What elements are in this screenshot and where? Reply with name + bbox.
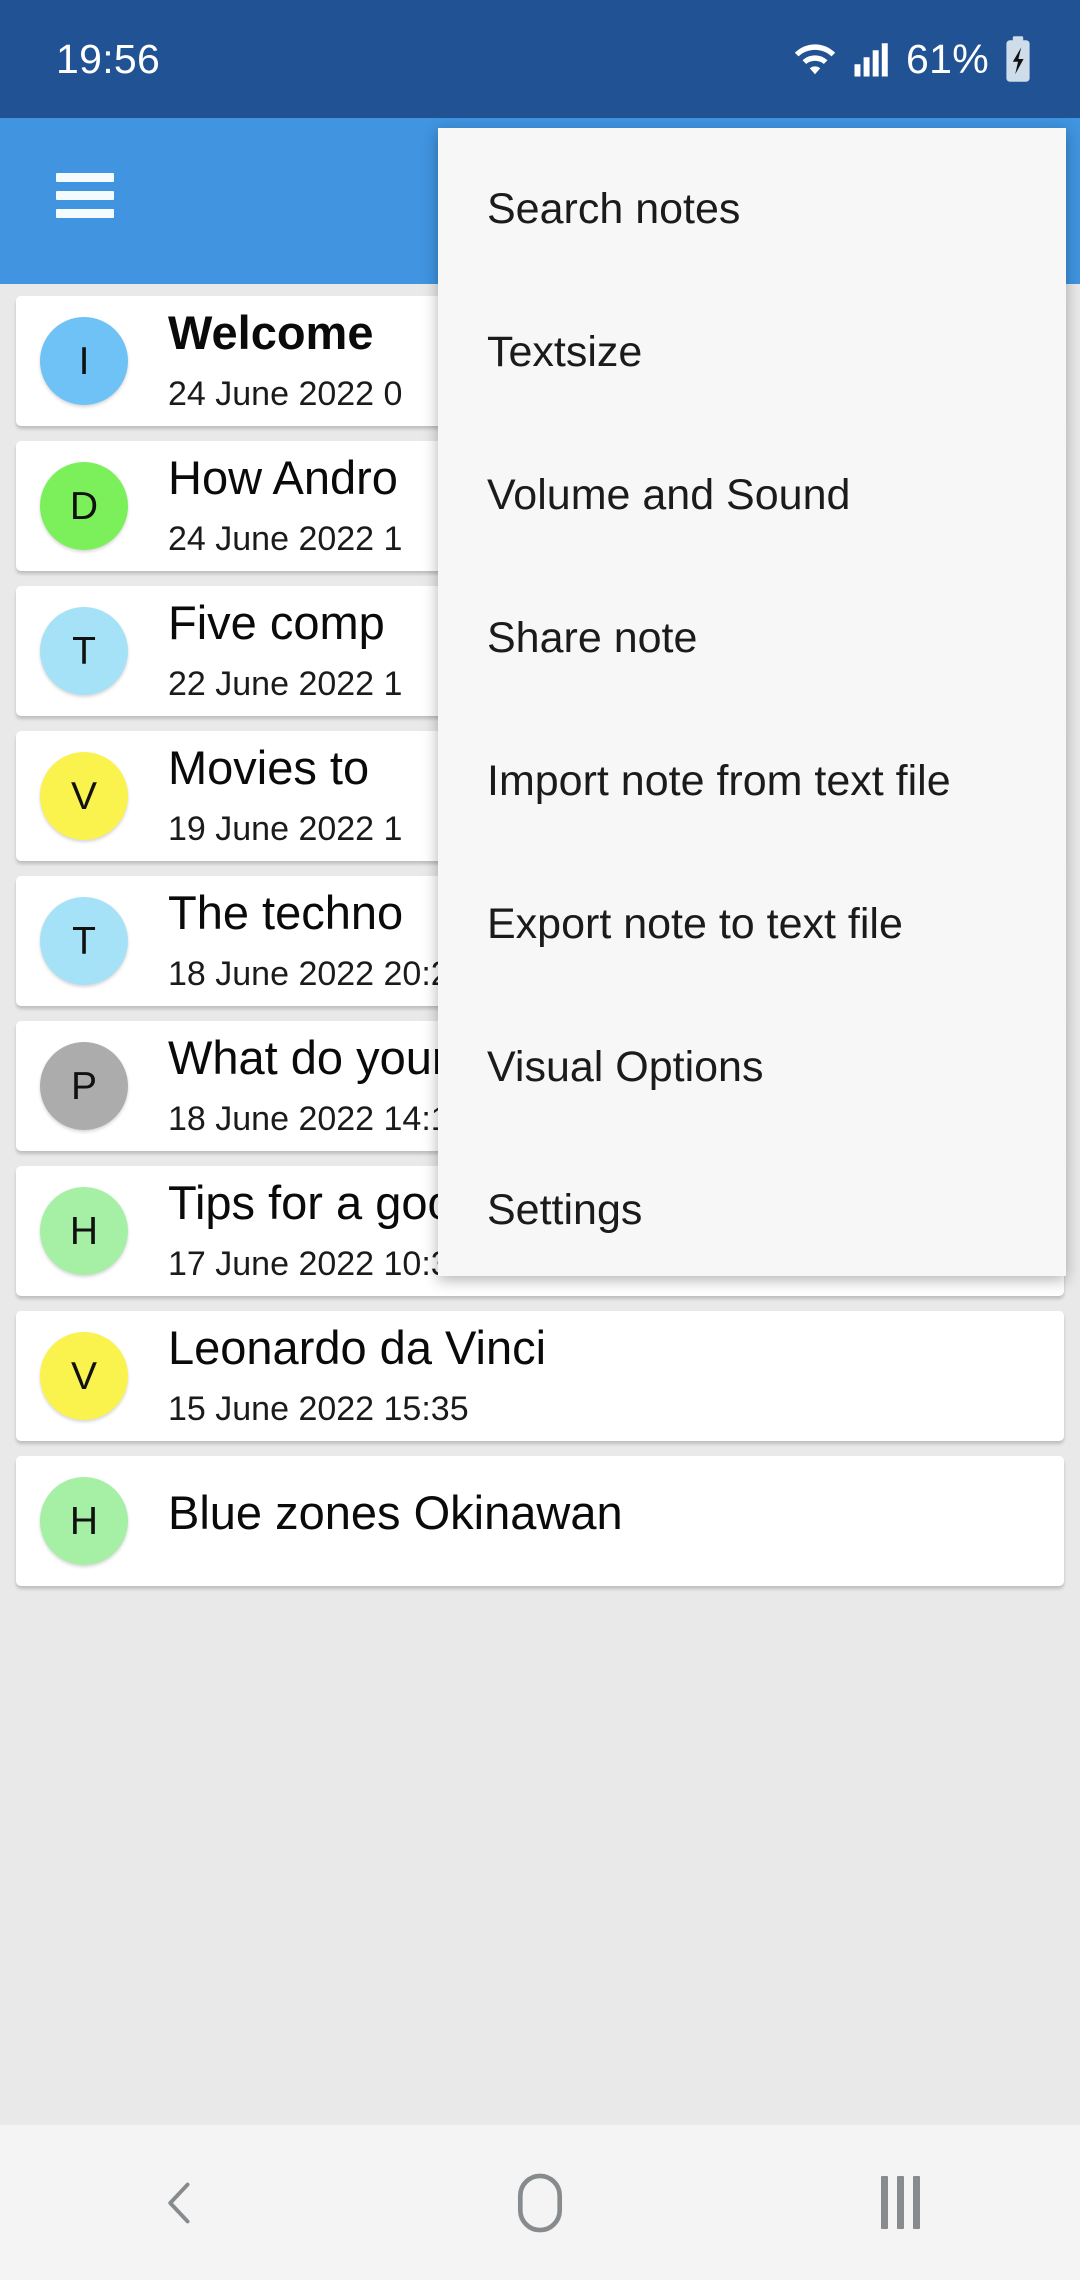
phone-screen: 19:56 61% I Welcome 24 June 2022 0 D How…: [0, 0, 1080, 2280]
note-date: 24 June 2022 1: [168, 519, 403, 558]
battery-charging-icon: [1006, 36, 1030, 82]
note-avatar: D: [40, 462, 128, 550]
note-title: How Andro: [168, 451, 398, 505]
note-card-text: Movies to 19 June 2022 1: [168, 741, 403, 849]
note-card[interactable]: H Blue zones Okinawan: [16, 1456, 1064, 1586]
hamburger-line: [56, 209, 114, 218]
menu-item[interactable]: Search notes: [438, 138, 1066, 281]
note-date: 24 June 2022 0: [168, 374, 403, 413]
note-card-text: The techno 18 June 2022 20:21: [168, 886, 469, 994]
home-circle-icon: [517, 2173, 563, 2232]
menu-item[interactable]: Visual Options: [438, 996, 1066, 1139]
menu-item[interactable]: Settings: [438, 1139, 1066, 1276]
note-card-text: How Andro 24 June 2022 1: [168, 451, 403, 559]
hamburger-line: [56, 173, 114, 182]
nav-back-button[interactable]: [90, 2125, 270, 2280]
note-avatar: T: [40, 607, 128, 695]
recent-apps-icon: [880, 2176, 920, 2229]
note-date: 19 June 2022 1: [168, 809, 403, 848]
menu-item[interactable]: Import note from text file: [438, 710, 1066, 853]
hamburger-line: [56, 191, 114, 200]
menu-item[interactable]: Share note: [438, 567, 1066, 710]
note-avatar: V: [40, 752, 128, 840]
status-bar: 19:56 61%: [0, 0, 1080, 118]
nav-home-button[interactable]: [450, 2125, 630, 2280]
note-avatar: P: [40, 1042, 128, 1130]
note-title: Five comp: [168, 596, 385, 650]
note-card[interactable]: V Leonardo da Vinci 15 June 2022 15:35: [16, 1311, 1064, 1441]
note-date: 15 June 2022 15:35: [168, 1389, 469, 1428]
recents-bar: [912, 2176, 920, 2229]
note-avatar: I: [40, 317, 128, 405]
note-date: 22 June 2022 1: [168, 664, 403, 703]
note-avatar: H: [40, 1187, 128, 1275]
nav-recents-button[interactable]: [810, 2125, 990, 2280]
note-date: 18 June 2022 20:21: [168, 954, 469, 993]
menu-item[interactable]: Export note to text file: [438, 853, 1066, 996]
status-bar-clock: 19:56: [56, 35, 161, 82]
note-card-text: Leonardo da Vinci 15 June 2022 15:35: [168, 1321, 547, 1429]
note-title: Movies to: [168, 741, 370, 795]
menu-item[interactable]: Volume and Sound: [438, 424, 1066, 567]
overflow-menu[interactable]: Search notes Textsize Volume and Sound Shar…: [438, 128, 1066, 1276]
note-title: Welcome: [168, 306, 374, 360]
back-chevron-icon: [168, 2182, 190, 2223]
recents-bar: [880, 2176, 888, 2229]
note-avatar: V: [40, 1332, 128, 1420]
status-bar-icons: 61%: [792, 35, 1034, 83]
note-card-text: Blue zones Okinawan: [168, 1485, 623, 1555]
note-title: Blue zones Okinawan: [168, 1485, 623, 1539]
note-title: Leonardo da Vinci: [168, 1321, 547, 1375]
note-card-text: Five comp 22 June 2022 1: [168, 596, 403, 704]
cellular-signal-icon: [854, 43, 888, 77]
note-card-text: Welcome 24 June 2022 0: [168, 306, 403, 414]
hamburger-menu-icon[interactable]: [56, 173, 114, 218]
system-navigation-bar: [0, 2125, 1080, 2280]
menu-item[interactable]: Textsize: [438, 281, 1066, 424]
note-avatar: T: [40, 897, 128, 985]
wifi-icon: [794, 44, 836, 75]
recents-bar: [896, 2176, 904, 2229]
note-avatar: H: [40, 1477, 128, 1565]
battery-percent-label: 61%: [906, 35, 989, 82]
note-title: The techno: [168, 886, 404, 940]
